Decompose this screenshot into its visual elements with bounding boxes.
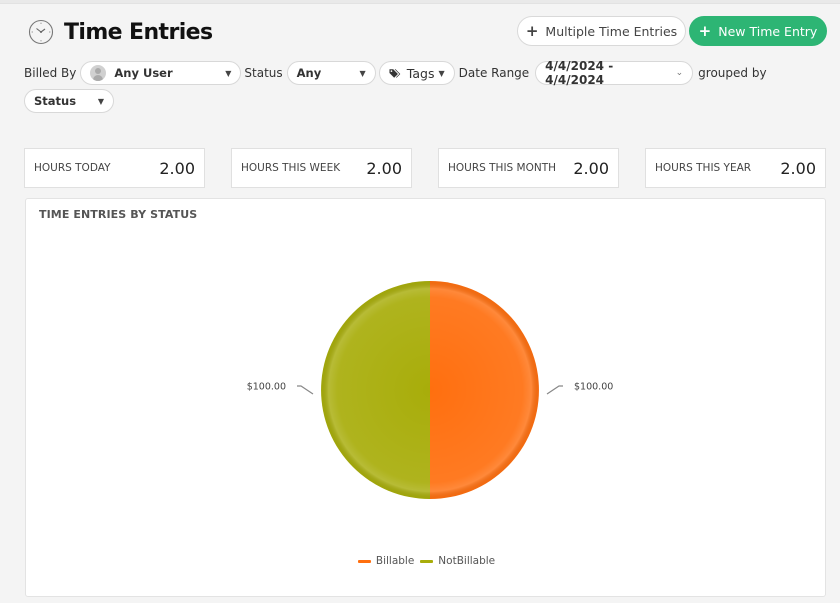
chart-card: Time Entries By Status $100.00 $100.00 Bi…	[25, 198, 826, 597]
data-label-notbillable: $100.00	[247, 382, 286, 393]
legend-item-notbillable[interactable]: NotBillable	[420, 555, 495, 567]
new-time-entry-label: New Time Entry	[718, 23, 818, 39]
stat-value: 2.00	[780, 158, 816, 178]
tags-label: Tags	[406, 65, 435, 81]
page-title: Time Entries	[64, 19, 213, 45]
legend-label: Billable	[375, 555, 415, 567]
stat-label: Hours Today	[34, 162, 111, 174]
stat-hours-today: Hours Today 2.00	[24, 148, 205, 188]
tags-dropdown[interactable]: Tags ▼	[378, 61, 455, 85]
status-label: Status	[244, 66, 283, 80]
clock-icon	[28, 19, 54, 45]
chart-legend: Billable NotBillable	[26, 555, 827, 567]
legend-label: NotBillable	[438, 555, 496, 567]
label-connector	[546, 385, 563, 395]
stat-hours-this-year: Hours This Year 2.00	[645, 148, 826, 188]
grouped-by-select[interactable]: Status ▼	[24, 89, 114, 113]
stat-value: 2.00	[159, 158, 195, 178]
status-select[interactable]: Any ▼	[286, 61, 376, 85]
stat-hours-this-month: Hours This Month 2.00	[438, 148, 619, 188]
legend-swatch	[420, 559, 434, 563]
caret-down-icon: ▼	[225, 68, 232, 78]
date-range-label: Date Range	[458, 66, 530, 80]
grouped-by-label: grouped by	[698, 66, 767, 80]
legend-swatch	[357, 559, 371, 563]
legend-item-billable[interactable]: Billable	[357, 555, 415, 567]
billed-by-label: Billed By	[24, 66, 77, 80]
user-avatar-icon	[90, 65, 107, 81]
stat-label: Hours This Week	[241, 162, 341, 174]
stat-label: Hours This Year	[655, 162, 752, 174]
pie-chart: $100.00 $100.00	[247, 281, 613, 499]
chevron-down-icon: ⌄	[675, 68, 684, 78]
data-label-billable: $100.00	[574, 382, 613, 393]
stat-label: Hours This Month	[448, 162, 557, 174]
plus-icon: +	[525, 21, 539, 40]
pie-slice-notbillable[interactable]	[321, 281, 430, 499]
billed-by-value: Any User	[114, 66, 173, 80]
stat-value: 2.00	[573, 158, 609, 178]
new-time-entry-button[interactable]: + New Time Entry	[689, 16, 827, 46]
multiple-time-entries-button[interactable]: + Multiple Time Entries	[517, 16, 686, 46]
pie-slice-billable[interactable]	[430, 281, 539, 499]
caret-down-icon: ▼	[359, 68, 366, 78]
grouped-by-value: Status	[34, 94, 77, 108]
status-value: Any	[296, 66, 322, 80]
label-connector	[297, 385, 314, 395]
top-border	[0, 0, 840, 4]
date-range-picker[interactable]: 4/4/2024 - 4/4/2024 ⌄	[535, 59, 694, 87]
plus-icon: +	[698, 21, 712, 40]
filter-bar: Billed By Any User ▼ Status Any ▼ Tags ▼…	[24, 59, 824, 113]
date-range-value: 4/4/2024 - 4/4/2024	[545, 59, 614, 87]
page-header: Time Entries	[28, 14, 213, 50]
tags-icon	[389, 68, 400, 78]
caret-down-icon: ▼	[97, 96, 104, 106]
caret-down-icon: ▼	[438, 68, 445, 78]
multiple-time-entries-label: Multiple Time Entries	[545, 23, 678, 39]
billed-by-select[interactable]: Any User ▼	[80, 61, 242, 85]
stat-hours-this-week: Hours This Week 2.00	[231, 148, 412, 188]
stat-value: 2.00	[366, 158, 402, 178]
